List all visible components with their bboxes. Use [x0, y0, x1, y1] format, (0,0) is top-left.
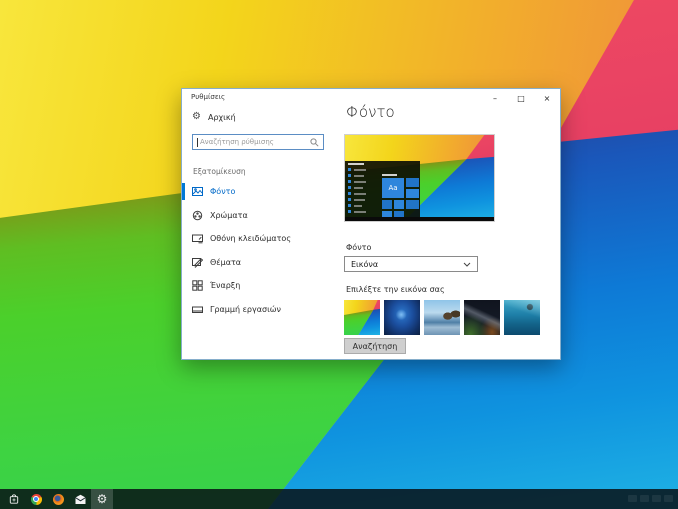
taskbar-mail-icon[interactable] [69, 489, 91, 509]
minimize-button[interactable]: – [482, 89, 508, 107]
background-preview: Aa [344, 134, 495, 222]
thumbnail-night-sky[interactable] [464, 300, 500, 335]
start-icon [192, 280, 203, 291]
colors-icon [192, 210, 203, 220]
taskbar-icon [192, 306, 203, 313]
sidebar-item-label: Οθόνη κλειδώματος [210, 234, 292, 243]
system-tray[interactable] [628, 495, 673, 502]
window-controls: – □ × [482, 89, 560, 107]
thumbnail-colorful-abstract[interactable] [344, 300, 380, 335]
page-title: Φόντο [346, 103, 395, 121]
image-icon [192, 187, 203, 196]
text-caret [197, 137, 198, 147]
lock-screen-icon [192, 234, 203, 244]
preview-aa-tile: Aa [382, 178, 404, 198]
dropdown-value: Εικόνα [351, 259, 379, 269]
taskbar-settings-icon[interactable]: ⚙ [91, 489, 113, 509]
search-icon [310, 137, 319, 147]
sidebar-item-label: Φόντο [210, 187, 236, 196]
sidebar-item-label: Χρώματα [210, 210, 248, 220]
window-title: Ρυθμίσεις [191, 93, 226, 101]
sidebar-item-label: Θέματα [210, 257, 242, 267]
desktop: Ρυθμίσεις – □ × ⚙ Αρχική Αναζήτηση ρύθμι… [0, 0, 678, 509]
background-type-dropdown[interactable]: Εικόνα [344, 256, 478, 272]
sidebar-nav: Φόντο Χρώματα Οθόνη κλειδώματος Θέματα Έ… [182, 183, 336, 318]
taskbar-firefox-icon[interactable] [47, 489, 69, 509]
search-placeholder: Αναζήτηση ρύθμισης [200, 138, 274, 146]
thumbnail-beach-rocks[interactable] [424, 300, 460, 335]
picture-thumbnails [344, 300, 540, 335]
thumbnail-underwater[interactable] [504, 300, 540, 335]
sidebar-item-start[interactable]: Έναρξη [182, 277, 336, 294]
taskbar-chrome-icon[interactable] [25, 489, 47, 509]
sidebar-item-background[interactable]: Φόντο [182, 183, 336, 200]
home-label: Αρχική [207, 112, 236, 122]
sidebar-item-home[interactable]: ⚙ Αρχική [192, 112, 236, 122]
selected-accent-bar [182, 183, 185, 200]
close-button[interactable]: × [534, 89, 560, 107]
sidebar-item-themes[interactable]: Θέματα [182, 254, 336, 271]
choose-picture-label: Επιλέξτε την εικόνα σας [346, 285, 445, 294]
preview-start-menu: Aa [345, 161, 420, 219]
sidebar-item-label: Έναρξη [210, 281, 241, 290]
thumbnail-windows-hero[interactable] [384, 300, 420, 335]
preview-taskbar [345, 217, 494, 221]
taskbar: ⚙ [0, 489, 678, 509]
sidebar-section-label: Εξατομίκευση [193, 167, 246, 176]
background-field-label: Φόντο [346, 243, 372, 252]
gear-icon: ⚙ [192, 111, 201, 122]
search-input[interactable]: Αναζήτηση ρύθμισης [192, 134, 324, 150]
settings-gear-icon: ⚙ [96, 492, 108, 506]
sidebar-item-taskbar[interactable]: Γραμμή εργασιών [182, 301, 336, 318]
settings-window: Ρυθμίσεις – □ × ⚙ Αρχική Αναζήτηση ρύθμι… [181, 88, 561, 360]
browse-button[interactable]: Αναζήτηση [344, 338, 406, 354]
themes-icon [192, 257, 203, 268]
taskbar-store-icon[interactable] [3, 489, 25, 509]
sidebar-item-colors[interactable]: Χρώματα [182, 207, 336, 224]
sidebar-item-label: Γραμμή εργασιών [210, 304, 281, 314]
maximize-button[interactable]: □ [508, 89, 534, 107]
chevron-down-icon [463, 262, 471, 267]
sidebar-item-lock-screen[interactable]: Οθόνη κλειδώματος [182, 230, 336, 247]
